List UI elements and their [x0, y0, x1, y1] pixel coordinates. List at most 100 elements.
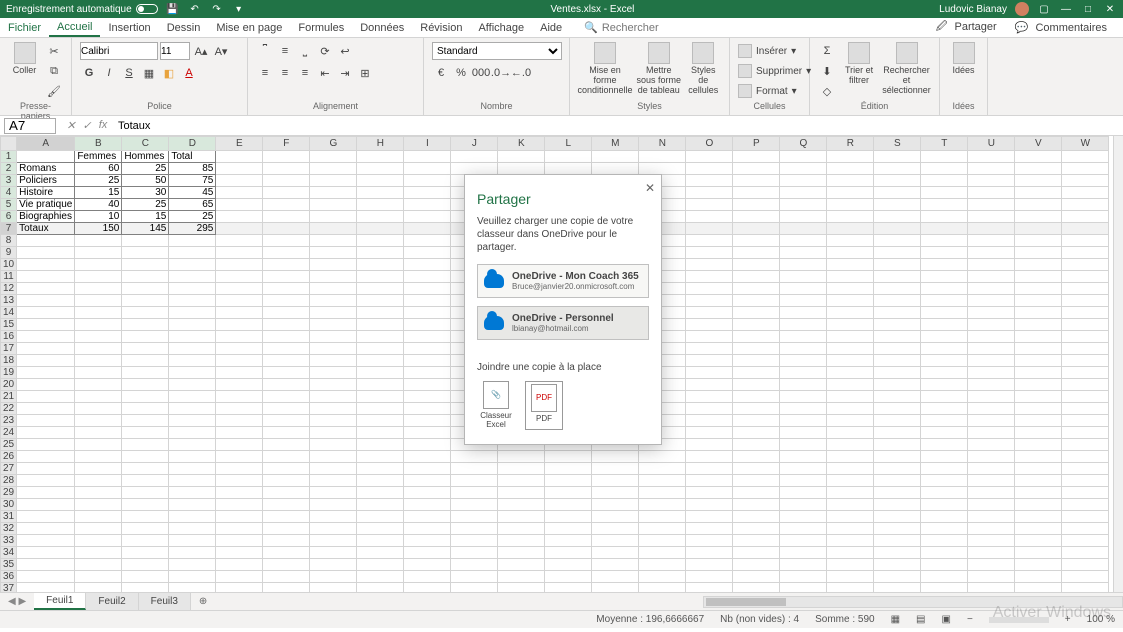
cell[interactable]: [17, 331, 75, 343]
cell[interactable]: 25: [122, 163, 169, 175]
cell[interactable]: [968, 211, 1015, 223]
cell[interactable]: [545, 463, 592, 475]
cell[interactable]: [75, 571, 122, 583]
cell[interactable]: [310, 571, 357, 583]
cell[interactable]: [122, 391, 169, 403]
cell[interactable]: [733, 523, 780, 535]
cell[interactable]: [216, 511, 263, 523]
cell[interactable]: [404, 367, 451, 379]
cell[interactable]: [874, 379, 921, 391]
cell[interactable]: [733, 391, 780, 403]
col-header[interactable]: M: [592, 137, 639, 151]
cell[interactable]: [874, 223, 921, 235]
cell[interactable]: [1015, 259, 1062, 271]
cell[interactable]: [404, 547, 451, 559]
cell[interactable]: [1015, 283, 1062, 295]
cell[interactable]: [921, 571, 968, 583]
cell[interactable]: [1015, 463, 1062, 475]
cell[interactable]: [122, 319, 169, 331]
cell[interactable]: [310, 463, 357, 475]
cell[interactable]: [310, 403, 357, 415]
cell[interactable]: [216, 355, 263, 367]
cell[interactable]: [122, 523, 169, 535]
cell[interactable]: [733, 247, 780, 259]
cell[interactable]: [686, 187, 733, 199]
cell[interactable]: [921, 415, 968, 427]
cell[interactable]: [780, 427, 827, 439]
cell[interactable]: [310, 343, 357, 355]
cell[interactable]: [169, 271, 216, 283]
cell[interactable]: [639, 571, 686, 583]
cell[interactable]: [404, 439, 451, 451]
cell[interactable]: [404, 199, 451, 211]
cell[interactable]: [968, 235, 1015, 247]
cell[interactable]: [1015, 499, 1062, 511]
cell[interactable]: [263, 151, 310, 163]
cell[interactable]: 60: [75, 163, 122, 175]
cell[interactable]: [780, 559, 827, 571]
col-header[interactable]: J: [451, 137, 498, 151]
cell[interactable]: [263, 331, 310, 343]
cell[interactable]: [1015, 235, 1062, 247]
cell[interactable]: [122, 295, 169, 307]
cell[interactable]: [17, 235, 75, 247]
row-header[interactable]: 15: [1, 319, 17, 331]
cell[interactable]: [639, 451, 686, 463]
cell[interactable]: [874, 199, 921, 211]
cell[interactable]: [921, 319, 968, 331]
sheet-tab-3[interactable]: Feuil3: [139, 593, 191, 610]
row-header[interactable]: 11: [1, 271, 17, 283]
cell[interactable]: [1062, 211, 1109, 223]
cell[interactable]: [874, 439, 921, 451]
cell[interactable]: [263, 235, 310, 247]
cell[interactable]: [921, 151, 968, 163]
cell[interactable]: [17, 511, 75, 523]
cell[interactable]: [169, 343, 216, 355]
cell[interactable]: [310, 199, 357, 211]
cell[interactable]: [216, 223, 263, 235]
cell[interactable]: [451, 475, 498, 487]
dec-decimal-icon[interactable]: ←.0: [512, 64, 530, 82]
cell[interactable]: [122, 439, 169, 451]
cell[interactable]: [921, 175, 968, 187]
cell[interactable]: Policiers: [17, 175, 75, 187]
row-header[interactable]: 7: [1, 223, 17, 235]
cell[interactable]: [733, 367, 780, 379]
row-header[interactable]: 25: [1, 439, 17, 451]
formula-input[interactable]: Totaux: [114, 120, 1123, 132]
row-header[interactable]: 17: [1, 343, 17, 355]
cell[interactable]: [216, 571, 263, 583]
cell[interactable]: [1062, 235, 1109, 247]
cell[interactable]: [1015, 403, 1062, 415]
cell[interactable]: [1062, 175, 1109, 187]
cell[interactable]: [75, 559, 122, 571]
cell[interactable]: [357, 391, 404, 403]
cell[interactable]: [357, 295, 404, 307]
cell[interactable]: [639, 151, 686, 163]
cell[interactable]: [1015, 319, 1062, 331]
format-cells-button[interactable]: Format ▾: [738, 82, 797, 100]
row-header[interactable]: 34: [1, 547, 17, 559]
cell[interactable]: [216, 391, 263, 403]
col-header[interactable]: I: [404, 137, 451, 151]
cell[interactable]: [827, 583, 874, 593]
cell[interactable]: [75, 379, 122, 391]
cell[interactable]: [404, 391, 451, 403]
cell[interactable]: [169, 523, 216, 535]
format-table-button[interactable]: Mettre sous forme de tableau: [636, 42, 682, 96]
cell[interactable]: [639, 463, 686, 475]
cell[interactable]: [1015, 451, 1062, 463]
cell[interactable]: [827, 475, 874, 487]
cell[interactable]: [545, 535, 592, 547]
col-header[interactable]: Q: [780, 137, 827, 151]
ideas-button[interactable]: Idées: [948, 42, 979, 76]
cell[interactable]: [122, 355, 169, 367]
cell[interactable]: [357, 451, 404, 463]
cell[interactable]: [310, 307, 357, 319]
cell[interactable]: [263, 175, 310, 187]
cell[interactable]: [874, 319, 921, 331]
cell[interactable]: [686, 163, 733, 175]
cell[interactable]: [17, 367, 75, 379]
cell[interactable]: [17, 547, 75, 559]
cell[interactable]: [968, 151, 1015, 163]
